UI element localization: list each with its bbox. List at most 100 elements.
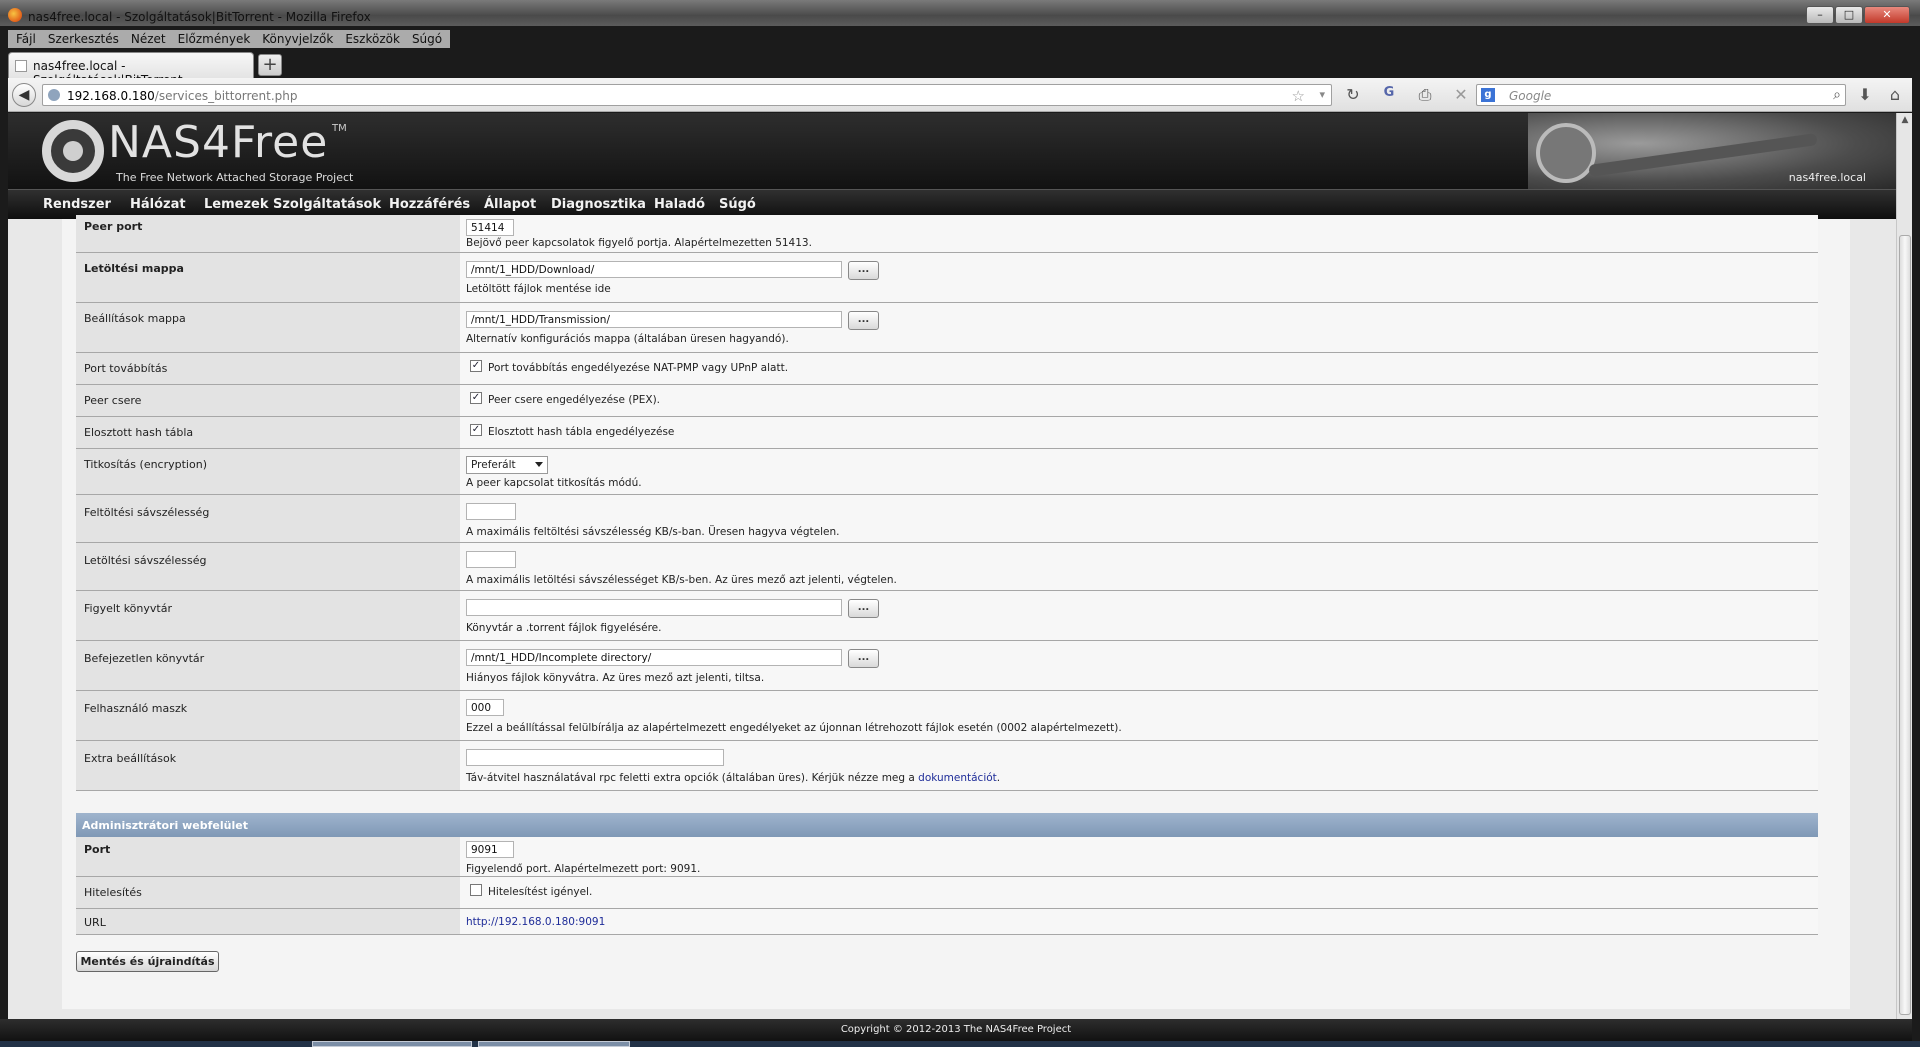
browser-tab[interactable]: nas4free.local - Szolgáltatások|BitTorre… <box>8 52 254 87</box>
row-download-bw: Letöltési sávszélesség A maximális letöl… <box>76 543 1818 591</box>
encryption-label: Titkosítás (encryption) <box>76 449 460 494</box>
download-bw-value-cell: A maximális letöltési sávszélességet KB/… <box>460 543 1818 590</box>
watch-dir-input[interactable] <box>466 599 842 616</box>
dht-label: Elosztott hash tábla <box>76 417 460 448</box>
peer-port-input[interactable]: 51414 <box>466 219 514 236</box>
magnifier-icon[interactable]: ⌕ <box>1833 87 1841 103</box>
extra-options-desc-end: . <box>996 772 1001 784</box>
download-dir-input[interactable]: /mnt/1_HDD/Download/ <box>466 261 842 278</box>
extra-options-input[interactable] <box>466 749 724 766</box>
address-bar[interactable]: 192.168.0.180/services_bittorrent.php ☆ … <box>42 84 1332 106</box>
nav-allapot[interactable]: Állapot <box>484 197 536 212</box>
watch-dir-browse-button[interactable]: ... <box>848 599 879 618</box>
row-config-dir: Beállítások mappa /mnt/1_HDD/Transmissio… <box>76 303 1818 353</box>
menu-tools[interactable]: Eszközök <box>339 30 406 48</box>
stop-icon[interactable]: ✕ <box>1450 85 1472 104</box>
nav-diagnosztika[interactable]: Diagnosztika <box>551 197 646 212</box>
row-extra-options: Extra beállítások Táv-átvitel használatá… <box>76 741 1818 791</box>
row-port-forward: Port továbbítás ✓ Port továbbítás engedé… <box>76 353 1818 385</box>
nav-rendszer[interactable]: Rendszer <box>43 197 111 212</box>
admin-port-input[interactable]: 9091 <box>466 841 514 858</box>
port-forward-value-cell: ✓ Port továbbítás engedélyezése NAT-PMP … <box>460 353 1818 384</box>
auth-desc: Hitelesítést igényel. <box>488 886 593 898</box>
menu-view[interactable]: Nézet <box>125 30 172 48</box>
window-controls: – □ ✕ <box>1806 6 1910 24</box>
search-engine-icon[interactable]: g <box>1481 88 1495 102</box>
port-forward-checkbox[interactable]: ✓ <box>470 360 482 372</box>
bookmark-star-icon[interactable]: ☆ <box>1292 87 1305 105</box>
menu-help[interactable]: Súgó <box>406 30 448 48</box>
minimize-button[interactable]: – <box>1806 6 1834 24</box>
incomplete-dir-desc: Hiányos fájlok könyvátra. Az üres mező a… <box>466 672 765 684</box>
nav-lemezek[interactable]: Lemezek <box>204 197 269 212</box>
menu-edit[interactable]: Szerkesztés <box>42 30 125 48</box>
extra-options-value-cell: Táv-átvitel használatával rpc feletti ex… <box>460 741 1818 790</box>
print-icon[interactable]: ⎙ <box>1414 85 1436 105</box>
peer-port-value-cell: 51414 Bejövő peer kapcsolatok figyelő po… <box>460 215 1818 252</box>
nav-szolgaltatasok[interactable]: Szolgáltatások <box>273 197 381 212</box>
row-dht: Elosztott hash tábla ✓ Elosztott hash tá… <box>76 417 1818 449</box>
download-dir-label: Letöltési mappa <box>76 253 460 302</box>
site-identity-icon[interactable] <box>48 89 60 101</box>
auth-checkbox[interactable] <box>470 884 482 896</box>
incomplete-dir-browse-button[interactable]: ... <box>848 649 879 668</box>
row-pex: Peer csere ✓ Peer csere engedélyezése (P… <box>76 385 1818 417</box>
content-panel: Peer port 51414 Bejövő peer kapcsolatok … <box>62 215 1850 1009</box>
nav-hozzaferes[interactable]: Hozzáférés <box>389 197 470 212</box>
back-arrow-icon[interactable]: ◀ <box>12 83 36 107</box>
scrollbar-thumb[interactable] <box>1899 235 1911 1015</box>
save-restart-button[interactable]: Mentés és újraindítás <box>76 951 219 972</box>
incomplete-dir-input[interactable]: /mnt/1_HDD/Incomplete directory/ <box>466 649 842 666</box>
page-footer: Copyright © 2012-2013 The NAS4Free Proje… <box>0 1019 1912 1041</box>
admin-url-link[interactable]: http://192.168.0.180:9091 <box>466 916 605 928</box>
watch-dir-label: Figyelt könyvtár <box>76 591 460 640</box>
download-dir-desc: Letöltött fájlok mentése ide <box>466 283 611 295</box>
download-icon[interactable]: ⬇ <box>1854 85 1876 104</box>
url-history-dropdown-icon[interactable]: ▾ <box>1319 88 1325 101</box>
url-path: /services_bittorrent.php <box>154 89 298 103</box>
reload-icon[interactable]: ↻ <box>1342 85 1364 104</box>
taskbar-item[interactable] <box>478 1041 630 1047</box>
download-bw-input[interactable] <box>466 551 516 568</box>
close-window-button[interactable]: ✕ <box>1864 6 1910 24</box>
search-placeholder: Google <box>1509 89 1552 103</box>
row-upload-bw: Feltöltési sávszélesség A maximális felt… <box>76 495 1818 543</box>
nav-sugo[interactable]: Súgó <box>719 197 756 212</box>
logo-trademark: TM <box>332 123 347 134</box>
nav-halozat[interactable]: Hálózat <box>130 197 186 212</box>
scroll-up-arrow-icon[interactable]: ▲ <box>1899 115 1911 127</box>
maximize-button[interactable]: □ <box>1835 6 1863 24</box>
addon-icon[interactable]: G <box>1378 85 1400 100</box>
row-download-dir: Letöltési mappa /mnt/1_HDD/Download/ ...… <box>76 253 1818 303</box>
watch-dir-value-cell: ... Könyvtár a .torrent fájlok figyelésé… <box>460 591 1818 640</box>
menu-bookmarks[interactable]: Könyvjelzők <box>256 30 339 48</box>
nav-halado[interactable]: Haladó <box>654 197 705 212</box>
search-box[interactable]: g Google ⌕ <box>1476 84 1846 106</box>
vertical-scrollbar[interactable]: ▲ <box>1896 113 1912 1019</box>
encryption-value-cell: Preferált A peer kapcsolat titkosítás mó… <box>460 449 1818 494</box>
new-tab-button[interactable]: + <box>258 54 282 76</box>
config-dir-browse-button[interactable]: ... <box>848 311 879 330</box>
hdd-arm <box>1588 133 1818 177</box>
taskbar-item[interactable] <box>312 1041 472 1047</box>
upload-bw-desc: A maximális feltöltési sávszélesség KB/s… <box>466 526 840 538</box>
config-dir-value-cell: /mnt/1_HDD/Transmission/ ... Alternatív … <box>460 303 1818 352</box>
extra-options-desc: Táv-átvitel használatával rpc feletti ex… <box>466 772 1000 784</box>
config-dir-input[interactable]: /mnt/1_HDD/Transmission/ <box>466 311 842 328</box>
site-header: NAS4Free TM The Free Network Attached St… <box>8 113 1896 189</box>
row-incomplete-dir: Befejezetlen könyvtár /mnt/1_HDD/Incompl… <box>76 641 1818 691</box>
menu-file[interactable]: Fájl <box>10 30 42 48</box>
pex-label: Peer csere <box>76 385 460 416</box>
download-dir-browse-button[interactable]: ... <box>848 261 879 280</box>
encryption-select[interactable]: Preferált <box>466 456 548 474</box>
pex-checkbox[interactable]: ✓ <box>470 392 482 404</box>
admin-port-desc: Figyelendő port. Alapértelmezett port: 9… <box>466 863 701 875</box>
dht-desc: Elosztott hash tábla engedélyezése <box>488 426 675 438</box>
documentation-link[interactable]: dokumentációt <box>918 772 997 784</box>
dht-checkbox[interactable]: ✓ <box>470 424 482 436</box>
menu-history[interactable]: Előzmények <box>172 30 257 48</box>
umask-input[interactable]: 000 <box>466 699 504 716</box>
upload-bw-input[interactable] <box>466 503 516 520</box>
dht-value-cell: ✓ Elosztott hash tábla engedélyezése <box>460 417 1818 448</box>
home-icon[interactable]: ⌂ <box>1884 85 1906 104</box>
